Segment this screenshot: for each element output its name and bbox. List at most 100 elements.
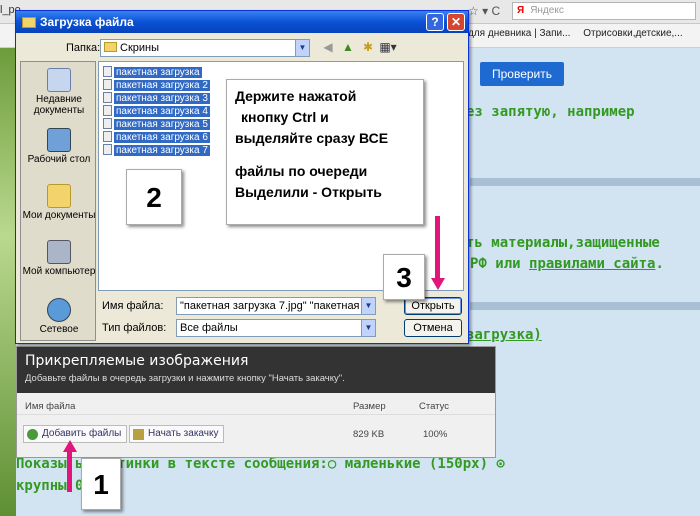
- new-folder-icon[interactable]: ✱: [360, 39, 376, 55]
- image-file-icon: [103, 131, 112, 142]
- place-network[interactable]: Сетевое: [21, 298, 97, 335]
- view-menu-icon[interactable]: ▦▾: [378, 39, 398, 55]
- divider: [470, 178, 700, 186]
- instruction-line: выделяйте сразу ВСЕ: [235, 130, 389, 146]
- file-name: пакетная загрузка 6: [114, 132, 210, 143]
- filetype-value: Все файлы: [180, 322, 238, 334]
- help-button[interactable]: ?: [426, 13, 444, 31]
- filename-label: Имя файла:: [102, 300, 164, 312]
- rules-link[interactable]: правилами сайта: [529, 256, 655, 272]
- file-item[interactable]: пакетная загрузка 5: [103, 118, 210, 131]
- place-label: Недавние документы: [33, 94, 85, 116]
- file-item[interactable]: пакетная загрузка 4: [103, 105, 210, 118]
- page-text-prefix: РФ или: [470, 256, 530, 272]
- yandex-logo-icon: Я: [517, 5, 525, 16]
- page-text-line: ть материалы,защищенные: [466, 235, 660, 251]
- back-icon[interactable]: ◀: [320, 39, 336, 55]
- file-name: пакетная загрузка 3: [114, 93, 210, 104]
- image-file-icon: [103, 66, 112, 77]
- filename-value: "пакетная загрузка 7.jpg" "пакетная загр…: [180, 300, 376, 312]
- add-files-label: Добавить файлы: [42, 428, 122, 439]
- network-icon: [47, 298, 71, 322]
- folder-label: Папка:: [66, 42, 101, 54]
- file-item[interactable]: пакетная загрузка 3: [103, 92, 210, 105]
- close-button[interactable]: ✕: [447, 13, 465, 31]
- place-label: Мой компьютер: [22, 266, 96, 277]
- col-status: Статус: [419, 401, 450, 412]
- my-computer-icon: [47, 240, 71, 264]
- attach-columns: Имя файла Размер Статус: [17, 393, 495, 415]
- page-text-line[interactable]: загрузка): [466, 327, 542, 343]
- dialog-titlebar[interactable]: Загрузка файла ? ✕: [16, 11, 468, 33]
- folder-select[interactable]: Скрины ▼: [100, 39, 310, 57]
- instruction-line: Держите нажатой: [235, 88, 357, 104]
- attach-header: Прикрепляемые изображения Добавьте файлы…: [17, 347, 495, 393]
- file-item[interactable]: пакетная загрузка 2: [103, 79, 210, 92]
- page-text-line: РФ или правилами сайта.: [470, 256, 664, 272]
- decorative-strip: [0, 48, 16, 516]
- bookmark-item[interactable]: Отрисовки,детские,...: [583, 28, 682, 39]
- search-placeholder: Яндекс: [530, 5, 564, 16]
- instruction-callout: Держите нажатой кнопку Ctrl и выделяйте …: [226, 79, 424, 225]
- instruction-line: кнопку Ctrl и: [241, 109, 329, 125]
- folder-icon: [22, 17, 36, 28]
- filetype-label: Тип файлов:: [102, 322, 167, 334]
- folder-value: Скрины: [120, 42, 159, 54]
- bookmarks-bar: для дневника | Запи... Отрисовки,детские…: [468, 28, 693, 39]
- file-item[interactable]: пакетная загрузка 6: [103, 131, 210, 144]
- image-file-icon: [103, 92, 112, 103]
- cancel-button[interactable]: Отмена: [404, 319, 462, 337]
- check-button[interactable]: Проверить: [480, 62, 564, 86]
- step-number-1: 1: [81, 458, 121, 510]
- my-documents-icon: [47, 184, 71, 208]
- col-size: Размер: [353, 401, 386, 412]
- arrow-up-icon: [63, 440, 77, 452]
- recent-documents-icon: [47, 68, 71, 92]
- place-computer[interactable]: Мой компьютер: [21, 240, 97, 277]
- place-label: Мои документы: [22, 210, 96, 221]
- instruction-line: Выделили - Открыть: [235, 184, 382, 200]
- search-input[interactable]: Я Яндекс: [512, 2, 696, 20]
- image-file-icon: [103, 105, 112, 116]
- file-name: пакетная загрузка 4: [114, 106, 210, 117]
- step-number-2: 2: [126, 169, 182, 225]
- upload-icon: [133, 429, 144, 440]
- step-number-3: 3: [383, 254, 425, 300]
- place-documents[interactable]: Мои документы: [21, 184, 97, 221]
- place-desktop[interactable]: Рабочий стол: [21, 128, 97, 165]
- folder-icon: [104, 42, 117, 52]
- image-file-icon: [103, 79, 112, 90]
- divider: [470, 302, 700, 310]
- file-item[interactable]: пакетная загрузка: [103, 66, 202, 79]
- place-label: Сетевое: [39, 324, 79, 335]
- bookmark-item[interactable]: для дневника | Запи...: [468, 28, 570, 39]
- col-filename: Имя файла: [25, 401, 76, 412]
- nav-buttons[interactable]: ☆ ▾ C: [468, 4, 500, 18]
- arrow-to-add-shaft: [67, 452, 72, 492]
- chevron-down-icon: ▼: [361, 298, 375, 314]
- image-file-icon: [103, 118, 112, 129]
- place-label: Рабочий стол: [27, 154, 91, 165]
- file-name: пакетная загрузка 5: [114, 119, 210, 130]
- file-item[interactable]: пакетная загрузка 7: [103, 144, 210, 157]
- file-name: пакетная загрузка: [114, 67, 202, 78]
- start-upload-button[interactable]: Начать закачку: [129, 425, 225, 443]
- chevron-down-icon: ▼: [295, 40, 309, 56]
- file-status: 100%: [423, 429, 448, 440]
- place-recent[interactable]: Недавние документы: [21, 68, 97, 116]
- attach-panel: Прикрепляемые изображения Добавьте файлы…: [16, 346, 496, 458]
- places-bar: Недавние документы Рабочий стол Мои доку…: [20, 61, 96, 341]
- arrow-to-open-shaft: [435, 216, 440, 280]
- desktop-icon: [47, 128, 71, 152]
- file-name: пакетная загрузка 2: [114, 80, 210, 91]
- file-name: пакетная загрузка 7: [114, 145, 210, 156]
- image-file-icon: [103, 144, 112, 155]
- filename-input[interactable]: "пакетная загрузка 7.jpg" "пакетная загр…: [176, 297, 376, 315]
- instruction-line: файлы по очереди: [235, 163, 368, 179]
- page-text-suffix: .: [655, 256, 664, 272]
- dialog-title: Загрузка файла: [40, 15, 134, 29]
- filetype-select[interactable]: Все файлы ▼: [176, 319, 376, 337]
- start-upload-label: Начать закачку: [148, 428, 219, 439]
- attach-subtitle: Добавьте файлы в очередь загрузки и нажм…: [25, 373, 345, 384]
- up-folder-icon[interactable]: ▲: [340, 39, 356, 55]
